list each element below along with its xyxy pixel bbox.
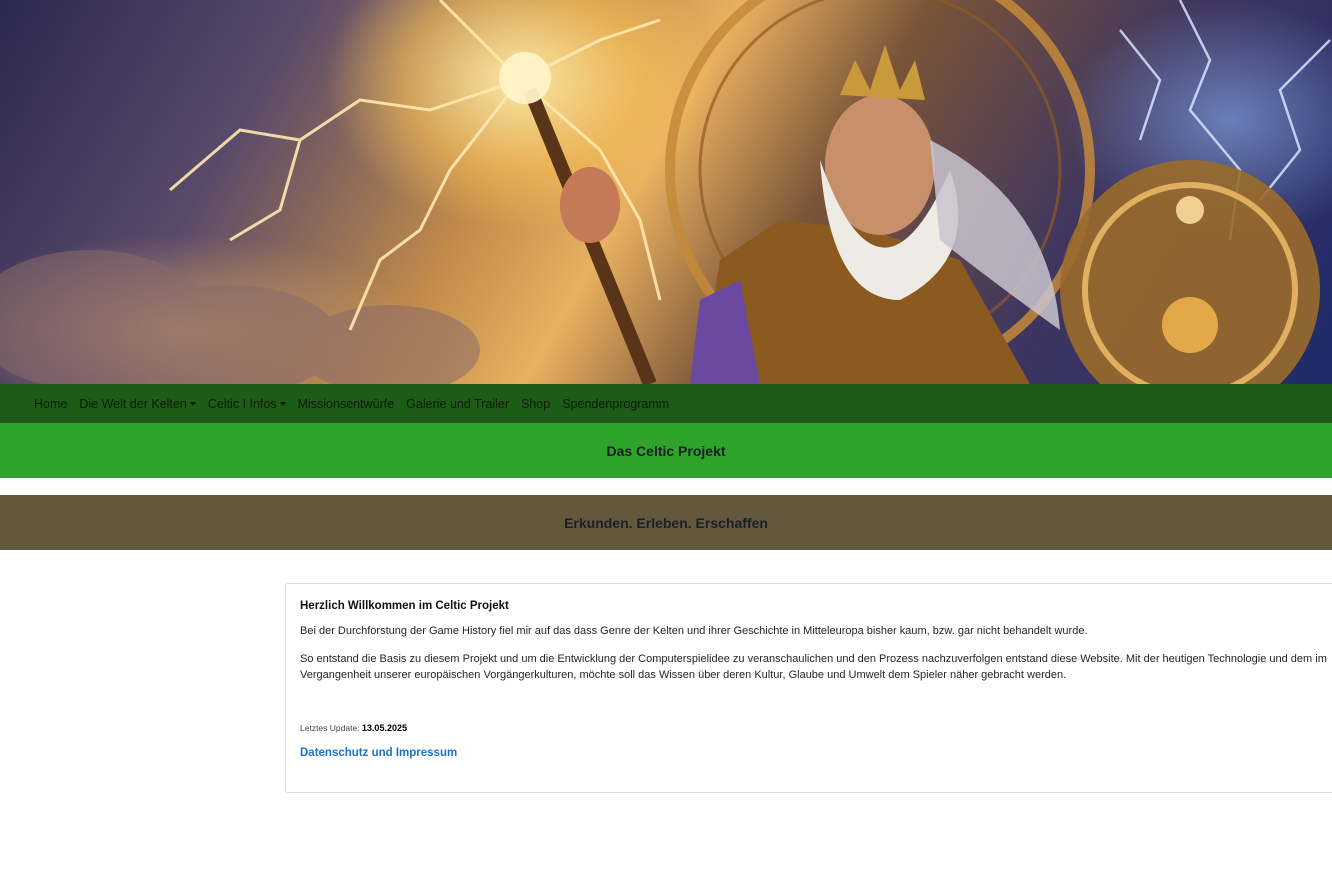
nav-label: Die Welt der Kelten xyxy=(79,396,187,411)
privacy-imprint-link[interactable]: Datenschutz und Impressum xyxy=(300,747,457,759)
nav-spendenprogramm[interactable]: Spendenprogramm xyxy=(556,397,675,411)
nav-missionsentwuerfe[interactable]: Missionsentwürfe xyxy=(292,397,401,411)
dropdown-caret-icon xyxy=(189,401,196,406)
hero-banner-image xyxy=(0,0,1332,384)
dropdown-caret-icon xyxy=(279,401,286,406)
tagline: Erkunden. Erleben. Erschaffen xyxy=(564,514,768,531)
nav-label: Home xyxy=(34,396,68,411)
tagline-band: Erkunden. Erleben. Erschaffen xyxy=(0,495,1332,550)
nav-label: Galerie und Trailer xyxy=(406,396,509,411)
main-navbar: Home Die Welt der Kelten Celtic I Infos … xyxy=(0,384,1332,423)
last-update: Letztes Update: 13.05.2025 xyxy=(300,723,1332,733)
nav-label: Shop xyxy=(521,396,551,411)
hero-artwork xyxy=(0,0,1331,384)
nav-label: Missionsentwürfe xyxy=(297,396,395,411)
lightning-bolts xyxy=(169,0,662,331)
nav-label: Celtic I Infos xyxy=(207,396,277,411)
last-update-date: 13.05.2025 xyxy=(361,723,407,733)
site-title-band: Das Celtic Projekt xyxy=(0,423,1332,478)
nav-shop[interactable]: Shop xyxy=(515,397,556,411)
cloud-shapes xyxy=(0,250,480,384)
card-paragraph-1: Bei der Durchforstung der Game History f… xyxy=(300,625,1088,637)
nav-celtic-infos[interactable]: Celtic I Infos xyxy=(202,397,292,411)
card-title: Herzlich Willkommen im Celtic Projekt xyxy=(300,600,509,612)
nav-label: Spendenprogramm xyxy=(562,396,670,411)
nav-home[interactable]: Home xyxy=(28,397,73,411)
last-update-label: Letztes Update: xyxy=(300,723,360,733)
welcome-card: Herzlich Willkommen im Celtic Projekt Be… xyxy=(285,583,1332,793)
celtic-shield-small xyxy=(1060,160,1320,384)
site-title: Das Celtic Projekt xyxy=(606,442,726,459)
nav-welt-der-kelten[interactable]: Die Welt der Kelten xyxy=(73,397,201,411)
nav-galerie-und-trailer[interactable]: Galerie und Trailer xyxy=(400,397,515,411)
card-paragraph-2: So entstand die Basis zu diesem Projekt … xyxy=(300,653,1327,681)
